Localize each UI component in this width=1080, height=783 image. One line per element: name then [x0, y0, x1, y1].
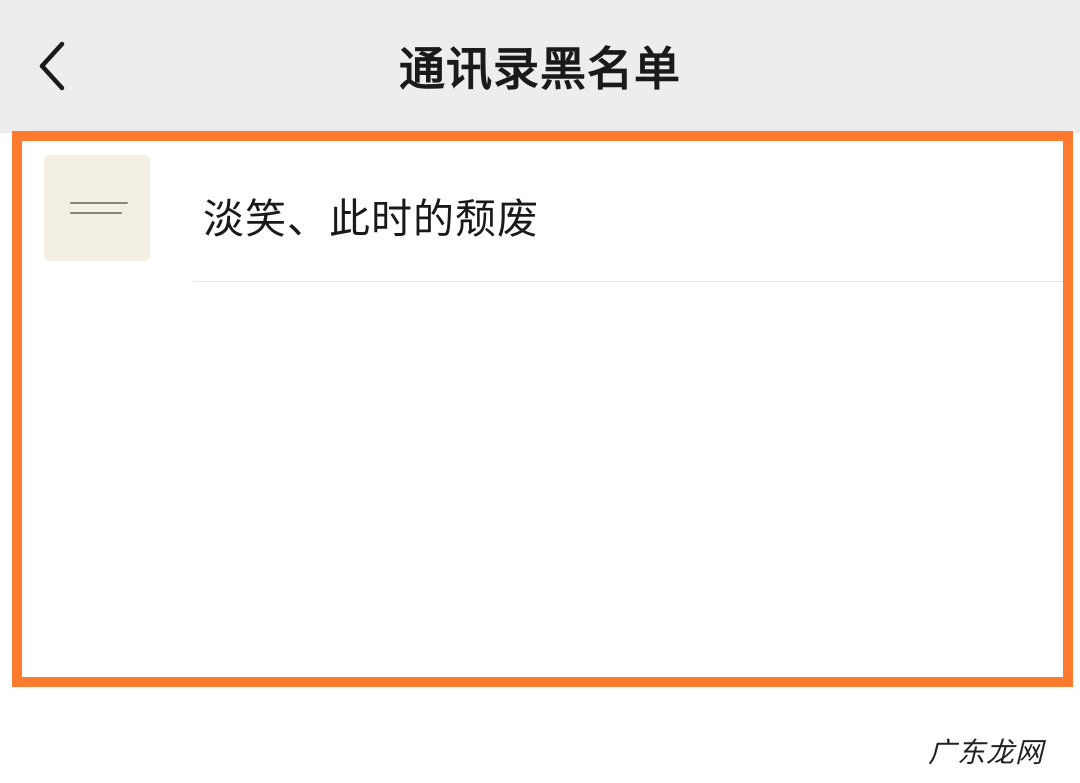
page-title: 通讯录黑名单	[399, 42, 681, 96]
list-divider	[193, 281, 1063, 282]
highlight-frame: 淡笑、此时的颓废	[12, 131, 1073, 687]
watermark: 广东龙网	[927, 736, 1044, 769]
page: 通讯录黑名单 淡笑、此时的颓废 广东龙网	[0, 0, 1080, 783]
blacklist-item[interactable]: 淡笑、此时的颓废	[22, 141, 1063, 283]
navigation-bar: 通讯录黑名单	[0, 0, 1080, 133]
contact-name: 淡笑、此时的颓废	[203, 195, 539, 243]
avatar	[44, 155, 150, 261]
avatar-text-line	[70, 212, 122, 214]
avatar-text-line	[70, 202, 128, 204]
